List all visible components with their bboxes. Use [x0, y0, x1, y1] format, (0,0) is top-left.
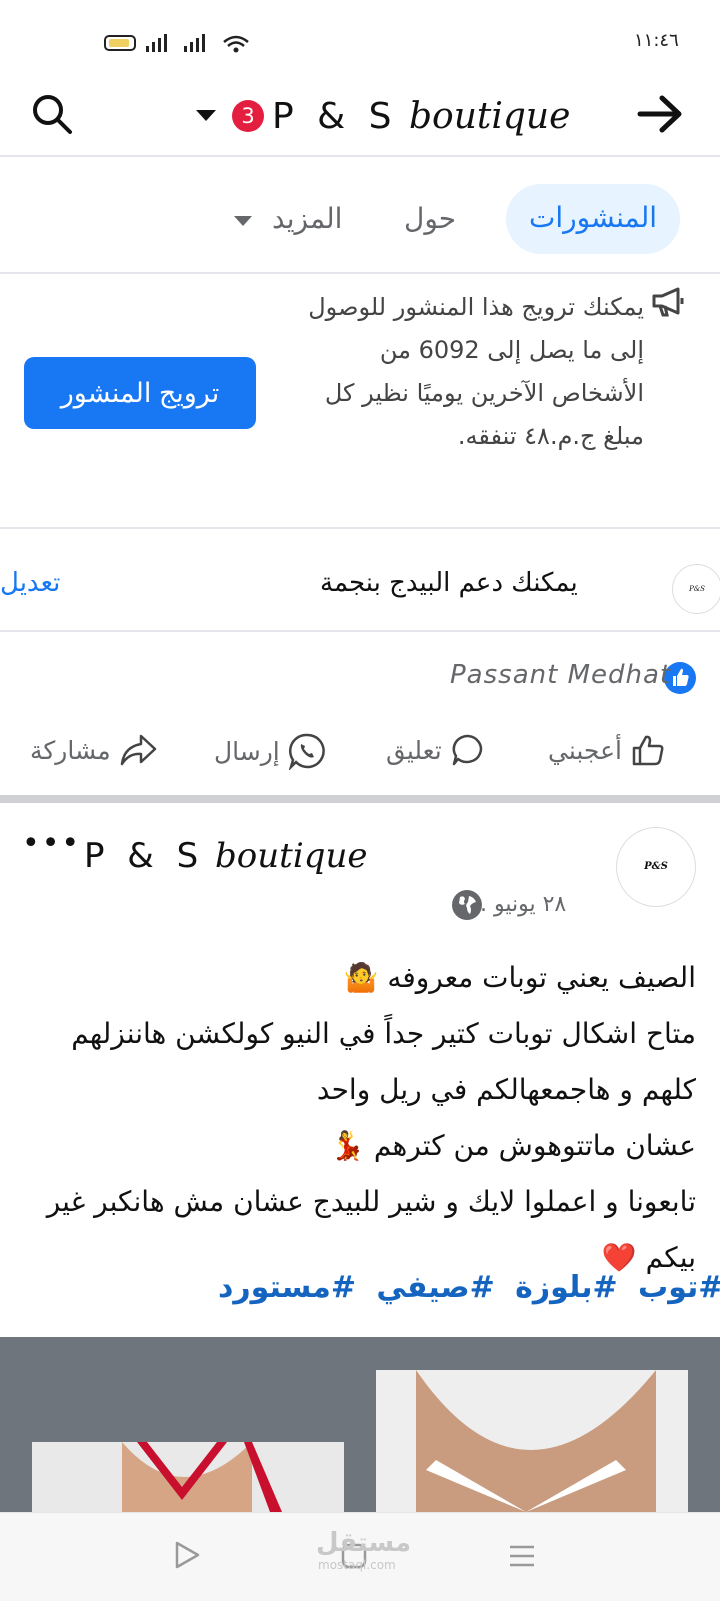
tabs-divider	[0, 272, 720, 274]
switch-profile-caret-icon[interactable]	[196, 110, 216, 121]
promote-post-button[interactable]: ترويج المنشور	[24, 357, 256, 429]
watermark-sub: mostaql.com	[318, 1558, 396, 1572]
send-button[interactable]: إرسال	[214, 732, 326, 770]
section-separator	[0, 795, 720, 803]
edit-link[interactable]: تعديل	[0, 568, 60, 598]
post-date[interactable]: ٢٨ يونيو .	[480, 892, 566, 917]
share-button[interactable]: مشاركة	[30, 732, 157, 768]
post-photo-white-top[interactable]	[376, 1370, 688, 1512]
page-logo-small: P&S Boutique	[672, 564, 720, 614]
post-photo-red-top[interactable]	[32, 1442, 344, 1512]
search-icon[interactable]	[30, 92, 74, 136]
status-time: ١١:٤٦	[634, 30, 679, 51]
comment-button[interactable]: تعليق	[386, 732, 486, 768]
notification-badge[interactable]: 3	[232, 100, 264, 132]
post-author-avatar[interactable]: P&S Boutique	[616, 827, 696, 907]
promote-text: يمكنك ترويج هذا المنشور للوصول إلى ما يص…	[308, 293, 644, 450]
header-divider	[0, 155, 720, 157]
tab-about[interactable]: حول	[404, 202, 456, 235]
back-nav-icon[interactable]	[172, 1540, 202, 1570]
support-divider	[0, 630, 720, 632]
menu-nav-icon[interactable]	[508, 1542, 536, 1570]
page-title: P & S boutique	[272, 96, 571, 137]
post-body: الصيف يعني توبات معروفه 🤷 متاح اشكال توب…	[20, 950, 696, 1286]
globe-icon	[452, 890, 482, 920]
watermark: مستقل	[316, 1528, 412, 1558]
more-caret-icon	[234, 216, 252, 226]
post-hashtags[interactable]: #توب #بلوزة #صيفي #مستورد	[218, 1270, 720, 1305]
post-author-name[interactable]: P & S boutique	[84, 836, 367, 876]
signal-wifi-battery-icon	[104, 34, 249, 53]
liker-name[interactable]: Passant Medhat	[450, 660, 671, 690]
support-text: يمكنك دعم البيدج بنجمة	[320, 568, 578, 598]
like-button[interactable]: أعجبني	[548, 732, 666, 768]
post-line: عشان ماتتوهوش من كترهم 💃	[330, 1129, 696, 1162]
whatsapp-icon	[288, 733, 325, 770]
tab-more[interactable]: المزيد	[272, 202, 342, 235]
share-icon	[120, 734, 156, 766]
thumbs-up-icon	[632, 735, 664, 766]
promote-divider	[0, 527, 720, 529]
comment-icon	[452, 734, 482, 766]
status-icons	[104, 32, 254, 54]
post-line: متاح اشكال توبات كتير جداً في النيو كولك…	[71, 1017, 696, 1106]
forward-arrow-icon[interactable]	[636, 94, 684, 134]
megaphone-icon	[650, 286, 686, 318]
post-line: الصيف يعني توبات معروفه 🤷	[343, 961, 696, 994]
post-options-icon[interactable]: •••	[22, 826, 81, 861]
tab-posts[interactable]: المنشورات	[506, 184, 680, 254]
